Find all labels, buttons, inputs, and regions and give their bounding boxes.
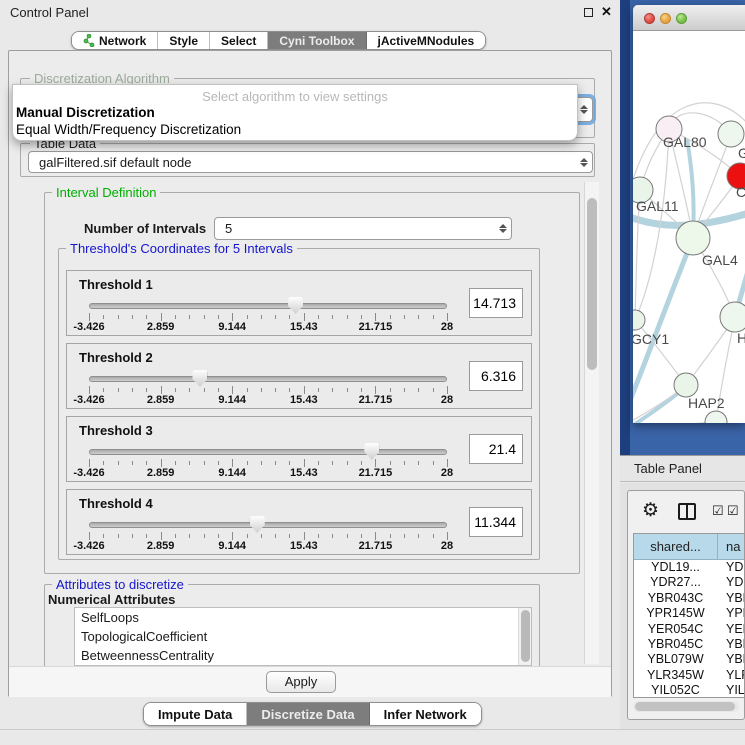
control-panel-titlebar: Control Panel ✕ — [0, 0, 620, 24]
tab-discretize-data[interactable]: Discretize Data — [247, 703, 369, 725]
num-intervals-combobox[interactable]: 5 — [214, 217, 512, 240]
node-label: GCY1 — [633, 331, 669, 347]
table-window: ⚙ ☑ ☑ shared... na YDL19...YDL1 YDR27...… — [627, 490, 745, 720]
algorithm-hint: Select algorithm to view settings — [13, 89, 577, 104]
table-toolbar: ⚙ ☑ ☑ — [628, 495, 744, 529]
table-row[interactable]: YBL079WYBL0 — [634, 652, 744, 667]
minimize-traffic-light-icon[interactable] — [660, 13, 671, 24]
threshold-2-box: Threshold 2 -3.426 2.859 9.144 15.43 21.… — [66, 343, 532, 409]
table-row[interactable]: YPR145WYPR1 — [634, 606, 744, 621]
split-columns-icon[interactable] — [678, 503, 696, 520]
tick-marks — [89, 385, 447, 394]
close-icon[interactable]: ✕ — [601, 4, 612, 20]
threshold-4-slider[interactable] — [89, 522, 447, 528]
numerical-attributes-header: Numerical Attributes — [48, 592, 175, 607]
node-label: C — [736, 184, 745, 200]
tick-marks — [89, 531, 447, 540]
combo-stepper-icon — [495, 224, 511, 233]
apply-button[interactable]: Apply — [266, 671, 336, 693]
column-header-shared-name[interactable]: shared... — [634, 534, 718, 559]
checkbox-icon[interactable]: ☑ — [727, 503, 739, 519]
node-label: GAL80 — [663, 134, 707, 150]
tick-marks — [89, 312, 447, 321]
network-icon — [83, 34, 95, 47]
algorithm-dropdown-popup: Select algorithm to view settings Manual… — [12, 84, 578, 141]
interval-definition-title: Interval Definition — [52, 185, 160, 200]
threshold-1-slider[interactable] — [89, 303, 447, 309]
num-intervals-value: 5 — [215, 221, 495, 236]
threshold-4-box: Threshold 4 -3.426 2.859 9.144 15.43 21.… — [66, 489, 532, 555]
option-manual-discretization[interactable]: Manual Discretization — [16, 105, 155, 120]
thresholds-title: Threshold's Coordinates for 5 Intervals — [66, 241, 297, 256]
desktop-edge — [620, 0, 630, 455]
list-scrollbar[interactable] — [518, 608, 531, 665]
network-window-titlebar[interactable] — [633, 5, 745, 31]
threshold-3-box: Threshold 3 -3.426 2.859 9.144 15.43 21.… — [66, 416, 532, 482]
column-header-name[interactable]: na — [718, 534, 744, 559]
threshold-2-slider[interactable] — [89, 376, 447, 382]
table-row[interactable]: YBR045CYBR0 — [634, 637, 744, 652]
threshold-3-slider[interactable] — [89, 449, 447, 455]
tab-network-label: Network — [99, 34, 146, 48]
list-item[interactable]: BetweennessCentrality — [75, 646, 531, 665]
table-horizontal-scrollbar[interactable] — [633, 701, 739, 712]
threshold-1-value-field[interactable]: 14.713 — [469, 288, 523, 318]
table-row[interactable]: YBR043CYBR0 — [634, 591, 744, 606]
mode-tabbar: Impute Data Discretize Data Infer Networ… — [143, 702, 482, 726]
settings-scroll-area: Interval Definition Number of Intervals … — [14, 180, 600, 666]
table-header-row: shared... na — [634, 534, 744, 560]
settings-scrollbar[interactable] — [584, 182, 599, 664]
threshold-2-value-field[interactable]: 6.316 — [469, 361, 523, 391]
table-row[interactable]: YDR27...YDR2 — [634, 575, 744, 590]
tab-cyni-toolbox[interactable]: Cyni Toolbox — [268, 32, 366, 49]
app-window: Control Panel ✕ Network Style Select Cyn… — [0, 0, 745, 745]
node-label: GAL11 — [636, 198, 679, 214]
node-label: GAL4 — [702, 252, 738, 268]
combo-stepper-icon — [576, 105, 592, 114]
list-item[interactable]: SelfLoops — [75, 608, 531, 627]
attributes-title: Attributes to discretize — [52, 577, 188, 592]
list-item[interactable]: TopologicalCoefficient — [75, 627, 531, 646]
tab-jactivemnodules[interactable]: jActiveMNodules — [367, 32, 486, 49]
gear-icon[interactable]: ⚙ — [642, 499, 659, 522]
numerical-attributes-list[interactable]: SelfLoops TopologicalCoefficient Between… — [74, 607, 532, 666]
table-data-combobox[interactable]: galFiltered.sif default node — [28, 151, 593, 173]
option-equal-width-frequency[interactable]: Equal Width/Frequency Discretization — [16, 122, 241, 137]
threshold-4-value-field[interactable]: 11.344 — [469, 507, 523, 537]
node-label: HAP2 — [688, 395, 725, 411]
network-graph — [633, 31, 745, 423]
node-label: H — [737, 330, 745, 346]
network-canvas[interactable]: GAL80 GA C GAL11 GAL4 GCY1 H HAP2 — [633, 31, 745, 423]
close-traffic-light-icon[interactable] — [644, 13, 655, 24]
node-table: shared... na YDL19...YDL1 YDR27...YDR2 Y… — [633, 533, 745, 698]
tab-impute-data[interactable]: Impute Data — [144, 703, 247, 725]
num-intervals-label: Number of Intervals — [84, 221, 206, 236]
control-panel-tabbar: Network Style Select Cyni Toolbox jActiv… — [71, 31, 486, 50]
zoom-traffic-light-icon[interactable] — [676, 13, 687, 24]
table-data-value: galFiltered.sif default node — [29, 155, 576, 170]
tab-select[interactable]: Select — [210, 32, 268, 49]
table-row[interactable]: YIL052CYIL0 — [634, 683, 744, 698]
table-row[interactable]: YLR345WYLR3 — [634, 668, 744, 683]
tab-network[interactable]: Network — [72, 32, 158, 49]
tick-marks — [89, 458, 447, 467]
network-window: GAL80 GA C GAL11 GAL4 GCY1 H HAP2 — [633, 5, 745, 423]
threshold-3-value-field[interactable]: 21.4 — [469, 434, 523, 464]
tab-style[interactable]: Style — [158, 32, 210, 49]
table-row[interactable]: YDL19...YDL1 — [634, 560, 744, 575]
table-row[interactable]: YER054CYER0 — [634, 622, 744, 637]
checkbox-icon[interactable]: ☑ — [712, 503, 724, 519]
control-panel-title: Control Panel — [10, 5, 89, 20]
combo-stepper-icon — [576, 158, 592, 167]
node-label: GA — [738, 145, 745, 161]
tab-infer-network[interactable]: Infer Network — [370, 703, 481, 725]
status-strip — [0, 729, 745, 745]
float-window-icon[interactable] — [584, 8, 593, 17]
table-panel-title: Table Panel — [634, 461, 702, 476]
threshold-1-box: Threshold 1 -3.426 2.859 9.144 15.43 21.… — [66, 270, 532, 336]
